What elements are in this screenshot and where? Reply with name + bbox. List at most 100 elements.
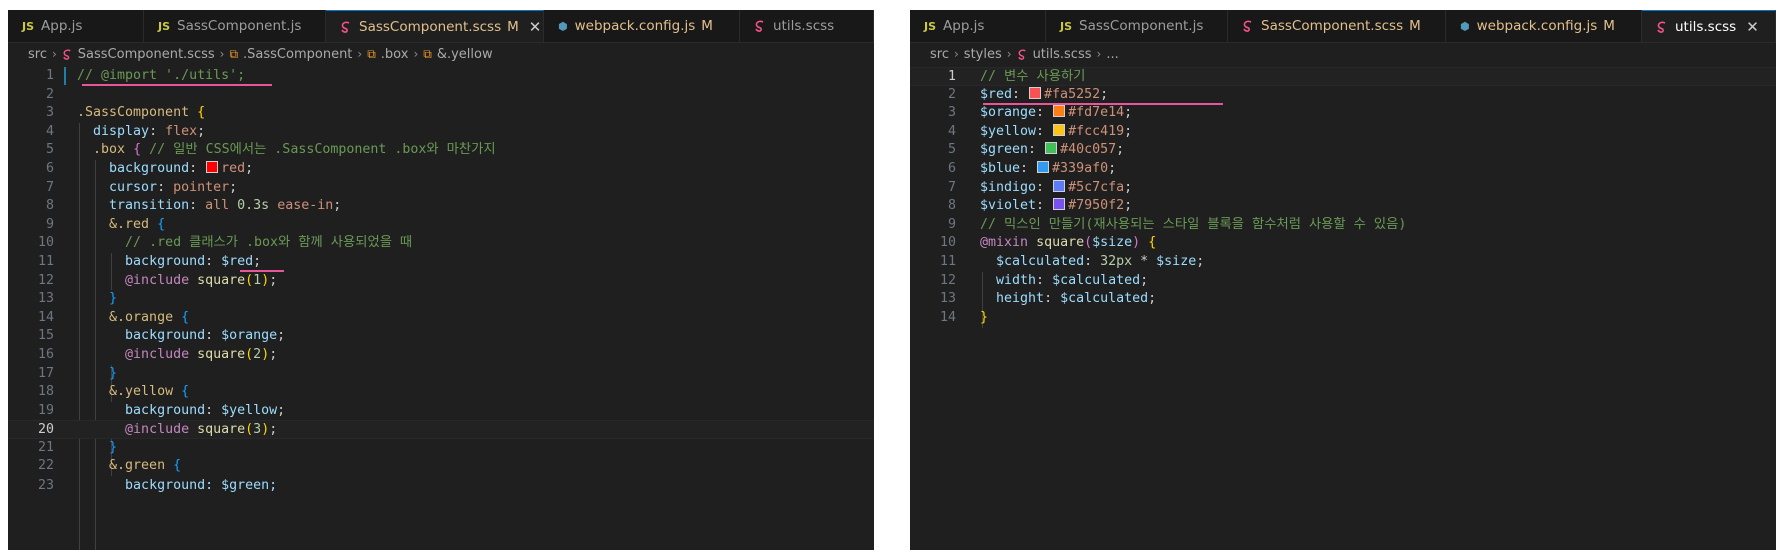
color-swatch[interactable]: [1045, 142, 1058, 155]
code-selector: .SassComponent: [77, 105, 190, 121]
line-number: 3: [45, 105, 54, 121]
code-line: 3 .SassComponent {: [8, 104, 874, 123]
line-number: 5: [45, 142, 54, 158]
line-number: 2: [45, 86, 54, 102]
tab-sasscomponent-js[interactable]: JS SassComponent.js: [1046, 10, 1228, 42]
line-number: 7: [947, 179, 956, 195]
breadcrumb: src › styles › utils.scss › ...: [910, 43, 1776, 65]
code-line: 15 background: $orange;: [8, 327, 874, 346]
tab-label: SassComponent.js: [177, 18, 302, 34]
line-number: 23: [37, 478, 54, 494]
code-editor[interactable]: 1// 변수 사용하기 2 $red: #fa5252; 3 $orange: #f…: [910, 67, 1776, 328]
code-variable: $calculated: [996, 253, 1085, 269]
color-swatch[interactable]: [206, 160, 219, 173]
code-value: pointer: [173, 179, 230, 195]
code-line: 9 // 믹스인 만들기(재사용되는 스타일 블록을 함수처럼 사용할 수 있음): [910, 216, 1776, 235]
code-value: all: [205, 198, 230, 214]
code-number: 3: [253, 422, 262, 438]
chevron-right-icon: ›: [219, 47, 225, 61]
chevron-right-icon: ›: [357, 47, 363, 61]
code-line: 8 transition: all 0.3s ease-in;: [8, 197, 874, 216]
line-number: 9: [947, 216, 956, 232]
code-variable: $orange: [980, 105, 1037, 121]
code-value: flex: [165, 123, 198, 139]
code-editor[interactable]: 1 // @import './utils'; 2 3 .SassComponent…: [8, 67, 874, 550]
code-operator: *: [1140, 253, 1149, 269]
left-editor-panel: JS App.js JS SassComponent.js SassCompon…: [8, 10, 874, 550]
modified-indicator: M: [1409, 18, 1421, 34]
color-swatch[interactable]: [1053, 179, 1066, 192]
webpack-icon: ⬢: [1460, 19, 1470, 33]
tab-app-js[interactable]: JS App.js: [8, 10, 144, 42]
breadcrumb-item[interactable]: utils.scss: [1033, 47, 1092, 62]
breadcrumb-item[interactable]: src: [930, 47, 949, 62]
code-variable: $size: [1092, 235, 1133, 251]
chevron-right-icon: ›: [1096, 47, 1102, 61]
code-line: 4 display: flex;: [8, 123, 874, 142]
code-variable: $violet: [980, 198, 1037, 214]
tab-webpack-config[interactable]: ⬢ webpack.config.js M: [1446, 10, 1642, 42]
line-number: 21: [37, 439, 54, 455]
code-line: 8 $violet: #7950f2;: [910, 197, 1776, 216]
tab-label: App.js: [943, 18, 985, 34]
breadcrumb-item[interactable]: src: [28, 47, 47, 62]
breadcrumb-item[interactable]: .SassComponent: [243, 47, 352, 62]
code-line: 7 $indigo: #5c7cfa;: [910, 179, 1776, 198]
code-property: transition: [109, 198, 190, 214]
webpack-icon: ⬢: [558, 19, 568, 33]
modified-indicator: M: [701, 18, 713, 34]
chevron-right-icon: ›: [953, 47, 959, 61]
tab-sasscomponent-scss[interactable]: SassComponent.scss M ✕: [326, 10, 544, 42]
tab-sasscomponent-js[interactable]: JS SassComponent.js: [144, 10, 326, 42]
code-property: width: [996, 272, 1037, 288]
code-variable: $calculated: [1052, 272, 1141, 288]
tab-utils-scss[interactable]: utils.scss: [740, 10, 874, 42]
code-line: 17 }: [8, 365, 874, 384]
line-number: 20: [37, 422, 54, 438]
line-number: 10: [37, 235, 54, 251]
close-icon[interactable]: ✕: [529, 18, 542, 36]
line-number: 13: [939, 291, 956, 307]
tab-utils-scss[interactable]: utils.scss ✕: [1642, 10, 1776, 42]
sass-icon: [62, 49, 73, 60]
code-line: 13 }: [8, 290, 874, 309]
breadcrumb-item[interactable]: ...: [1106, 47, 1118, 62]
code-line: 16 @include square(2);: [8, 346, 874, 365]
code-line: 12 @include square(1);: [8, 272, 874, 291]
tab-sasscomponent-scss[interactable]: SassComponent.scss M: [1228, 10, 1446, 42]
color-swatch[interactable]: [1037, 160, 1050, 173]
tab-webpack-config[interactable]: ⬢ webpack.config.js M: [544, 10, 740, 42]
code-variable: $red: [980, 86, 1013, 102]
code-line: 19 background: $yellow;: [8, 402, 874, 421]
code-comment: // 변수 사용하기: [980, 69, 1086, 84]
code-variable: $green: [980, 142, 1029, 158]
sass-icon: [1017, 49, 1028, 60]
line-number: 8: [947, 198, 956, 214]
code-property: background: [125, 253, 206, 269]
tab-label: SassComponent.scss: [1261, 18, 1404, 34]
breadcrumb-item[interactable]: styles: [964, 47, 1002, 62]
js-icon: JS: [158, 19, 171, 33]
color-swatch[interactable]: [1053, 123, 1066, 136]
line-number: 17: [37, 365, 54, 381]
code-property: cursor: [109, 179, 158, 195]
breadcrumb-item[interactable]: SassComponent.scss: [78, 47, 215, 62]
breadcrumb-item[interactable]: &.yellow: [437, 47, 493, 62]
breadcrumb-item[interactable]: .box: [381, 47, 409, 62]
line-number: 9: [45, 216, 54, 232]
close-icon[interactable]: ✕: [1746, 18, 1759, 36]
color-swatch[interactable]: [1029, 86, 1042, 99]
line-number: 18: [37, 384, 54, 400]
sass-icon: [1242, 20, 1254, 32]
color-swatch[interactable]: [1053, 198, 1066, 211]
line-number: 6: [45, 160, 54, 176]
tab-label: SassComponent.js: [1079, 18, 1204, 34]
color-swatch[interactable]: [1053, 105, 1066, 118]
code-number: 1: [253, 272, 262, 288]
tab-label: webpack.config.js: [574, 18, 696, 34]
code-line: 22 &.green {: [8, 457, 874, 476]
line-number: 3: [947, 105, 956, 121]
code-variable: $blue: [980, 160, 1021, 176]
tab-app-js[interactable]: JS App.js: [910, 10, 1046, 42]
code-line: 1 // @import './utils';: [8, 67, 874, 86]
